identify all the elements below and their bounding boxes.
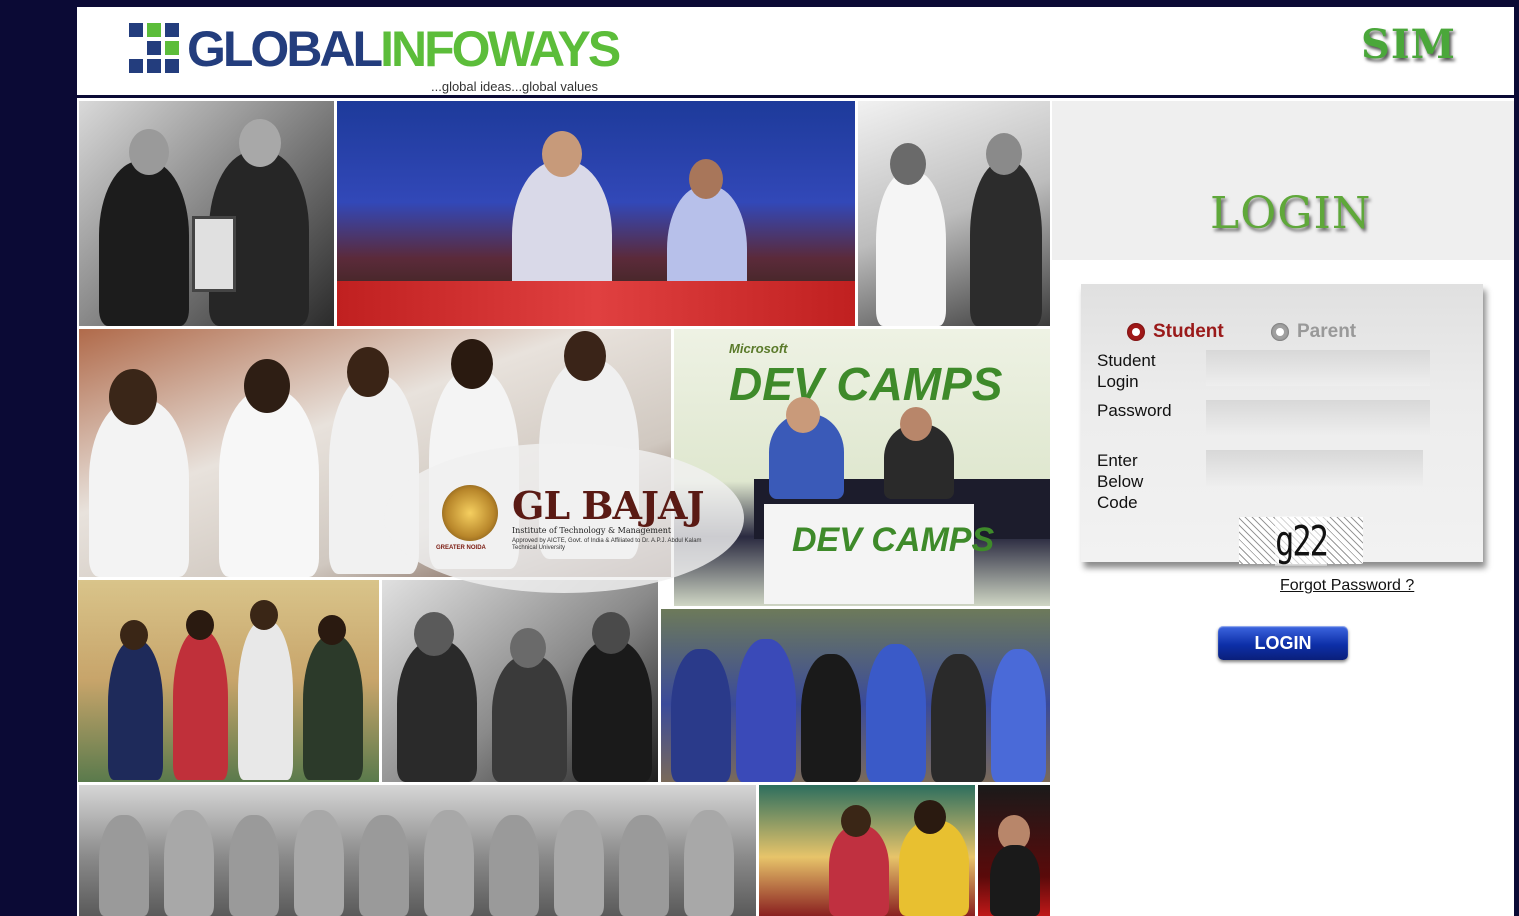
radio-unselected-icon [1271, 323, 1289, 341]
student-radio-label: Student [1153, 321, 1224, 342]
photo-collage: Microsoft DEV CAMPS DEV CAMPS GREATER NO… [77, 98, 1052, 916]
institute-badge: GREATER NOIDA GL BAJAJ Institute of Tech… [384, 443, 744, 593]
login-form: Student Parent Student Login Password En… [1081, 284, 1483, 566]
collage-photo-group-jump [78, 580, 379, 782]
collage-photo-crowned-student [978, 785, 1050, 916]
password-input[interactable] [1206, 400, 1430, 436]
logo-wordmark: GLOBALINFOWAYS [187, 21, 621, 77]
page-frame: GLOBALINFOWAYS ...global ideas...global … [77, 7, 1514, 916]
login-panel: LOGIN Student Parent Student Login Passw… [1052, 101, 1514, 916]
collage-photo-award [79, 101, 334, 326]
institute-name: GL BAJAJ [512, 483, 704, 528]
user-type-parent-radio[interactable]: Parent [1271, 319, 1356, 345]
collage-photo-farewell [759, 785, 975, 916]
captcha-code-input[interactable] [1206, 450, 1423, 486]
collage-photo-stage [337, 101, 855, 326]
student-login-input[interactable] [1206, 350, 1430, 386]
devcamps-title: DEV CAMPS [729, 358, 1003, 410]
captcha-text: g22 [1275, 515, 1329, 566]
logo-grid-icon [129, 23, 179, 73]
radio-selected-icon [1127, 323, 1145, 341]
login-button[interactable]: LOGIN [1218, 626, 1348, 660]
devcamps-vendor: Microsoft [729, 341, 788, 356]
login-title: LOGIN [1210, 188, 1372, 239]
collage-photo-devcamps: Microsoft DEV CAMPS DEV CAMPS [674, 329, 1050, 606]
captcha-image: g22 [1239, 515, 1363, 566]
globalinfoways-logo: GLOBALINFOWAYS ...global ideas...global … [129, 19, 649, 94]
user-type-student-radio[interactable]: Student [1127, 319, 1224, 345]
institute-subtitle: Institute of Technology & Management [512, 526, 672, 535]
institute-emblem-icon [442, 485, 498, 541]
collage-photo-football-team [79, 785, 756, 916]
collage-photo-sports-team [661, 609, 1050, 782]
collage-photo-presentation [858, 101, 1050, 326]
module-badge: SIM [1361, 21, 1456, 68]
password-label: Password [1097, 401, 1172, 420]
institute-city: GREATER NOIDA [436, 545, 486, 551]
header: GLOBALINFOWAYS ...global ideas...global … [77, 7, 1514, 95]
institute-approval-text: Approved by AICTE, Govt. of India & Affi… [512, 538, 702, 551]
student-login-label: Student Login [1097, 351, 1156, 391]
collage-photo-celebration [382, 580, 658, 782]
captcha-code-label: Enter Below Code [1097, 451, 1144, 512]
parent-radio-label: Parent [1297, 321, 1357, 342]
forgot-password-link[interactable]: Forgot Password ? [1280, 577, 1414, 595]
logo-tagline: ...global ideas...global values [431, 79, 598, 94]
login-header: LOGIN [1052, 101, 1514, 260]
